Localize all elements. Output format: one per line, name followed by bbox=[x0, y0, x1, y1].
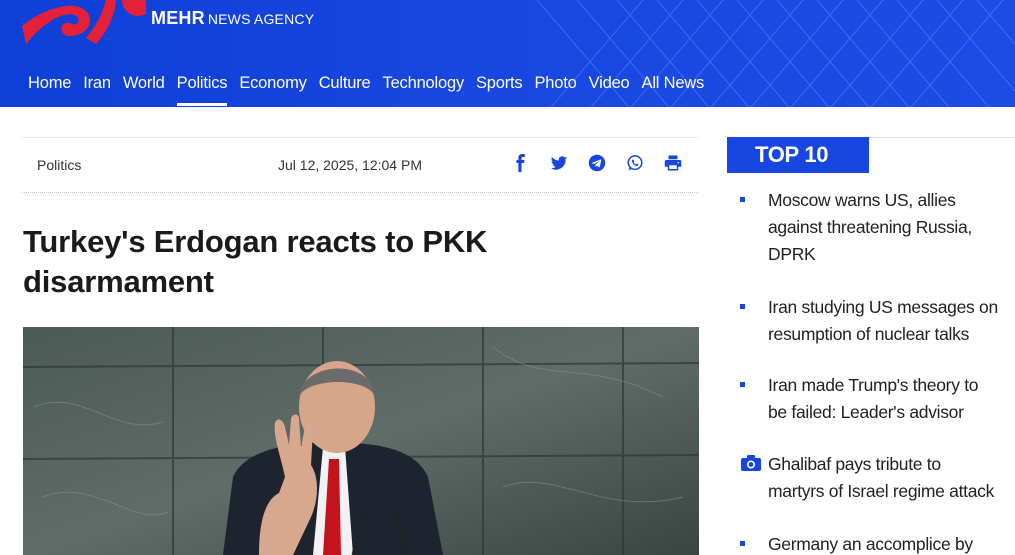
facebook-icon[interactable] bbox=[510, 152, 532, 174]
nav-world[interactable]: World bbox=[117, 72, 171, 96]
twitter-icon[interactable] bbox=[548, 152, 570, 174]
top10-item-text[interactable]: Iran made Trump's theory to be failed: L… bbox=[768, 372, 1015, 426]
main-nav: Home Iran World Politics Economy Culture… bbox=[22, 72, 711, 106]
bullet-icon bbox=[740, 197, 745, 202]
top10-item-text[interactable]: Moscow warns US, allies against threaten… bbox=[768, 187, 1015, 268]
nav-politics[interactable]: Politics bbox=[171, 72, 234, 106]
top10-item-text[interactable]: Ghalibaf pays tribute to martyrs of Isra… bbox=[768, 451, 1015, 505]
nav-video[interactable]: Video bbox=[583, 72, 636, 96]
brand-name[interactable]: MEHR NEWS AGENCY bbox=[151, 8, 314, 29]
top10-item-text[interactable]: Iran studying US messages on resumption … bbox=[768, 294, 1015, 348]
article-section[interactable]: Politics bbox=[37, 157, 81, 173]
headline-text: Turkey's Erdogan reacts to PKK disarmame… bbox=[23, 224, 488, 299]
photo-illustration bbox=[23, 327, 699, 555]
brand-strong: MEHR bbox=[151, 8, 205, 28]
telegram-icon[interactable] bbox=[586, 152, 608, 174]
site-header: MEHR NEWS AGENCY Home Iran World Politics… bbox=[0, 0, 1015, 107]
whatsapp-icon[interactable] bbox=[624, 152, 646, 174]
mehr-logo[interactable] bbox=[20, 0, 146, 48]
article-date: Jul 12, 2025, 12:04 PM bbox=[278, 157, 422, 173]
nav-iran[interactable]: Iran bbox=[77, 72, 117, 96]
share-bar bbox=[510, 152, 684, 174]
nav-sports[interactable]: Sports bbox=[470, 72, 529, 96]
article-headline: Turkey's Erdogan reacts to PKK disarmame… bbox=[23, 222, 683, 302]
nav-economy[interactable]: Economy bbox=[233, 72, 312, 96]
nav-culture[interactable]: Culture bbox=[313, 72, 377, 96]
nav-all-news[interactable]: All News bbox=[636, 72, 711, 96]
top10-item-text[interactable]: Germany an accomplice by bbox=[768, 531, 1015, 555]
brand-light: NEWS AGENCY bbox=[207, 11, 315, 27]
top10-title: TOP 10 bbox=[727, 137, 869, 173]
camera-icon bbox=[741, 455, 761, 471]
nav-technology[interactable]: Technology bbox=[377, 72, 470, 96]
nav-home[interactable]: Home bbox=[22, 72, 77, 96]
bullet-icon bbox=[740, 304, 745, 309]
nav-photo[interactable]: Photo bbox=[529, 72, 583, 96]
article-photo[interactable] bbox=[23, 327, 699, 555]
bullet-icon bbox=[740, 382, 745, 387]
print-icon[interactable] bbox=[662, 152, 684, 174]
bullet-icon bbox=[740, 541, 745, 546]
article-meta-bar: Politics Jul 12, 2025, 12:04 PM bbox=[22, 137, 699, 193]
